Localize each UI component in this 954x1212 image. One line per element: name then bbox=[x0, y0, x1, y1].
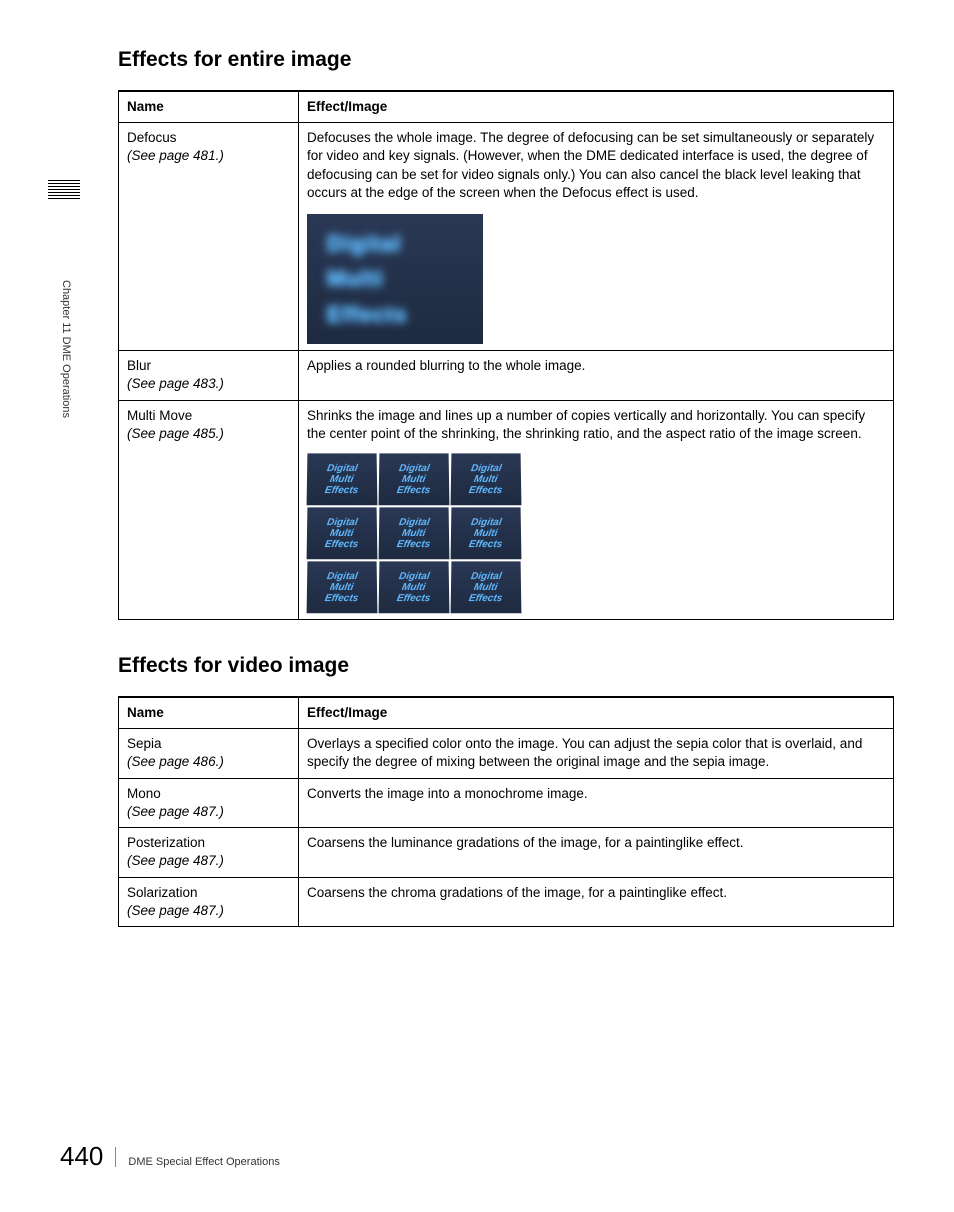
effect-desc-cell: Defocuses the whole image. The degree of… bbox=[299, 123, 894, 351]
table-header-effect: Effect/Image bbox=[299, 91, 894, 123]
page-ref: (See page 483.) bbox=[127, 376, 224, 391]
sidebar-chapter-label: Chapter 11 DME Operations bbox=[60, 280, 72, 418]
page-ref: (See page 485.) bbox=[127, 426, 224, 441]
section-heading-entire-image: Effects for entire image bbox=[118, 48, 894, 72]
section-heading-video-image: Effects for video image bbox=[118, 654, 894, 678]
effect-name: Solarization bbox=[127, 885, 198, 900]
table-row: Blur (See page 483.) Applies a rounded b… bbox=[119, 351, 894, 400]
effect-name-cell: Defocus (See page 481.) bbox=[119, 123, 299, 351]
effect-name: Mono bbox=[127, 786, 161, 801]
effect-name: Posterization bbox=[127, 835, 205, 850]
effect-name: Defocus bbox=[127, 130, 177, 145]
table-row: Sepia (See page 486.) Overlays a specifi… bbox=[119, 729, 894, 778]
page-number: 440 bbox=[60, 1141, 103, 1172]
effect-name-cell: Blur (See page 483.) bbox=[119, 351, 299, 400]
multimove-tile: DigitalMultiEffects bbox=[379, 453, 450, 505]
page-ref: (See page 487.) bbox=[127, 804, 224, 819]
defocus-text-line: Multi bbox=[327, 264, 383, 294]
multimove-tile: DigitalMultiEffects bbox=[451, 561, 522, 613]
table-row: Multi Move (See page 485.) Shrinks the i… bbox=[119, 400, 894, 619]
page-content: Effects for entire image Name Effect/Ima… bbox=[118, 0, 894, 927]
effect-name: Multi Move bbox=[127, 408, 192, 423]
footer-divider bbox=[115, 1147, 116, 1167]
effect-desc-cell: Overlays a specified color onto the imag… bbox=[299, 729, 894, 778]
table-row: Posterization (See page 487.) Coarsens t… bbox=[119, 828, 894, 877]
table-effects-entire-image: Name Effect/Image Defocus (See page 481.… bbox=[118, 90, 894, 620]
effect-name: Blur bbox=[127, 358, 151, 373]
multimove-tile: DigitalMultiEffects bbox=[307, 561, 378, 613]
effect-desc-cell: Coarsens the luminance gradations of the… bbox=[299, 828, 894, 877]
multimove-tile: DigitalMultiEffects bbox=[451, 507, 522, 559]
effect-desc: Defocuses the whole image. The degree of… bbox=[307, 129, 885, 202]
multimove-tile: DigitalMultiEffects bbox=[379, 561, 450, 613]
table-header-effect: Effect/Image bbox=[299, 697, 894, 729]
defocus-example-image: Digital Multi Effects bbox=[307, 214, 483, 344]
footer-section-title: DME Special Effect Operations bbox=[128, 1156, 279, 1168]
effect-desc-cell: Coarsens the chroma gradations of the im… bbox=[299, 877, 894, 926]
multimove-example-image: DigitalMultiEffects DigitalMultiEffects … bbox=[307, 453, 521, 613]
multimove-tile: DigitalMultiEffects bbox=[379, 507, 450, 559]
effect-desc: Shrinks the image and lines up a number … bbox=[307, 407, 885, 443]
page-ref: (See page 486.) bbox=[127, 754, 224, 769]
effect-desc-cell: Shrinks the image and lines up a number … bbox=[299, 400, 894, 619]
table-header-name: Name bbox=[119, 91, 299, 123]
defocus-text-line: Digital bbox=[327, 229, 401, 259]
effect-name-cell: Multi Move (See page 485.) bbox=[119, 400, 299, 619]
page-ref: (See page 487.) bbox=[127, 853, 224, 868]
effect-desc-cell: Converts the image into a monochrome ima… bbox=[299, 778, 894, 827]
effect-name: Sepia bbox=[127, 736, 162, 751]
page-footer: 440 DME Special Effect Operations bbox=[60, 1141, 280, 1172]
page-ref: (See page 481.) bbox=[127, 148, 224, 163]
multimove-tile: DigitalMultiEffects bbox=[307, 507, 378, 559]
multimove-tile: DigitalMultiEffects bbox=[307, 453, 378, 505]
effect-name-cell: Sepia (See page 486.) bbox=[119, 729, 299, 778]
effect-name-cell: Mono (See page 487.) bbox=[119, 778, 299, 827]
defocus-text-line: Effects bbox=[327, 300, 407, 330]
table-row: Defocus (See page 481.) Defocuses the wh… bbox=[119, 123, 894, 351]
multimove-tile: DigitalMultiEffects bbox=[451, 453, 522, 505]
table-effects-video-image: Name Effect/Image Sepia (See page 486.) … bbox=[118, 696, 894, 927]
sidebar-decoration-lines bbox=[48, 180, 80, 199]
table-header-name: Name bbox=[119, 697, 299, 729]
page-ref: (See page 487.) bbox=[127, 903, 224, 918]
effect-name-cell: Posterization (See page 487.) bbox=[119, 828, 299, 877]
effect-name-cell: Solarization (See page 487.) bbox=[119, 877, 299, 926]
table-row: Solarization (See page 487.) Coarsens th… bbox=[119, 877, 894, 926]
effect-desc-cell: Applies a rounded blurring to the whole … bbox=[299, 351, 894, 400]
table-row: Mono (See page 487.) Converts the image … bbox=[119, 778, 894, 827]
